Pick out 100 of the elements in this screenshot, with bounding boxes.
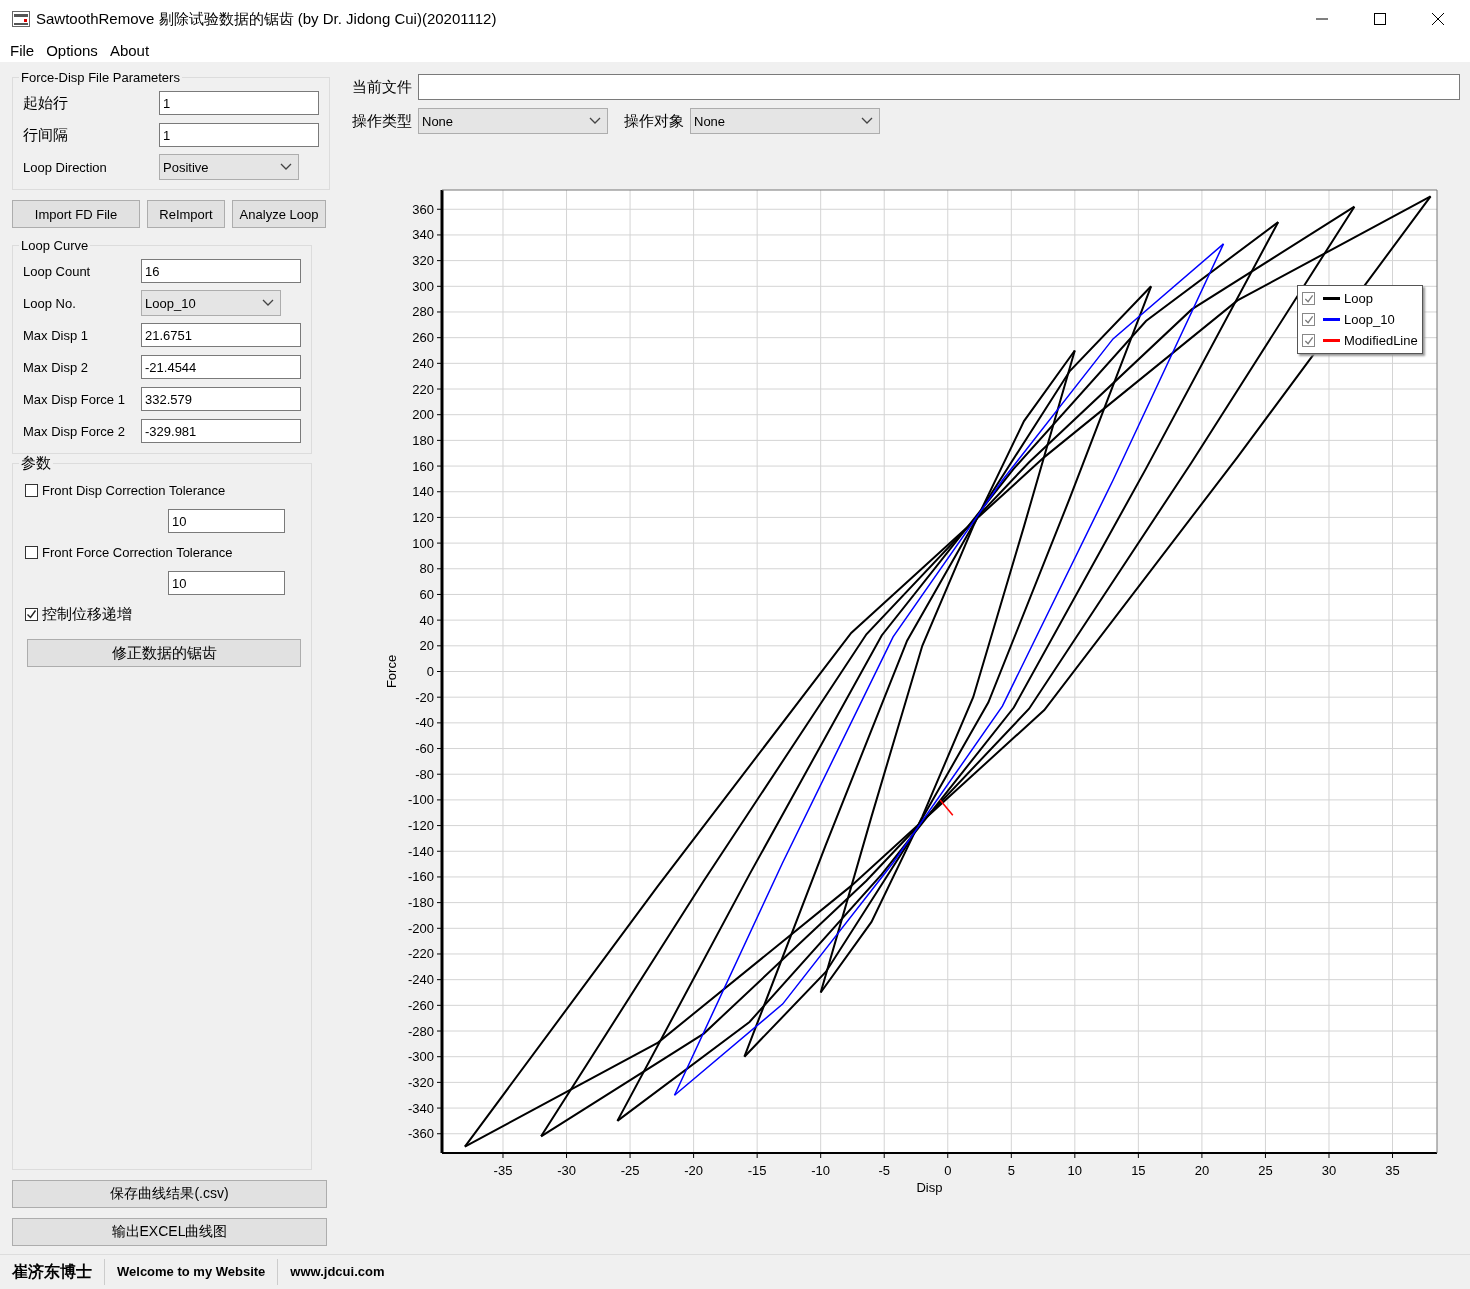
tick-label: 60 xyxy=(419,586,434,602)
tick-label: 180 xyxy=(412,432,434,448)
tick-label: 15 xyxy=(1131,1163,1146,1178)
tick-label: -100 xyxy=(407,792,434,808)
tick-label: 240 xyxy=(412,355,434,371)
field-label: 操作对象 xyxy=(624,111,684,131)
tick-label: 20 xyxy=(419,638,434,654)
menu-item[interactable]: Options xyxy=(40,41,104,59)
saw-logo-icon xyxy=(12,11,30,27)
menu-item[interactable]: File xyxy=(4,41,41,59)
group-title: Force-Disp File Parameters xyxy=(20,70,181,85)
tick-label: 35 xyxy=(1385,1163,1400,1178)
tick-label: 280 xyxy=(412,304,434,320)
text-field[interactable]: 10 xyxy=(168,509,285,533)
tick-label: 0 xyxy=(426,664,434,679)
tick-label: 5 xyxy=(1007,1163,1015,1178)
text-field[interactable]: -329.981 xyxy=(141,419,301,443)
status-text: 崔济东博士 xyxy=(0,1259,105,1285)
tick-label: -320 xyxy=(407,1074,434,1090)
field-label: Max Disp 1 xyxy=(23,327,90,343)
button[interactable]: ReImport xyxy=(147,200,225,228)
checkbox[interactable] xyxy=(1302,292,1315,305)
field-label: 行间隔 xyxy=(23,125,69,145)
legend-label: Loop_10 xyxy=(1344,312,1395,327)
text-field[interactable]: 16 xyxy=(141,259,301,283)
tick-label: 140 xyxy=(412,484,434,500)
tick-label: -20 xyxy=(415,689,434,705)
dropdown[interactable]: None xyxy=(690,108,880,134)
checkbox-label: Front Disp Correction Tolerance xyxy=(42,482,226,498)
file-path-field[interactable] xyxy=(418,74,1460,100)
text-field[interactable]: 1 xyxy=(159,91,319,115)
tick-label: 25 xyxy=(1258,1163,1273,1178)
group-title: 参数 xyxy=(20,454,52,473)
status-text: Welcome to my Website xyxy=(105,1259,279,1285)
tick-label: -180 xyxy=(407,895,434,911)
text-field[interactable]: -21.4544 xyxy=(141,355,301,379)
tick-label: -40 xyxy=(415,715,434,731)
field-label: Loop No. xyxy=(23,295,77,311)
button[interactable]: 输出EXCEL曲线图 xyxy=(12,1218,327,1246)
field-label: Max Disp 2 xyxy=(23,359,90,375)
text-field[interactable]: 332.579 xyxy=(141,387,301,411)
field-label: 当前文件 xyxy=(352,77,412,97)
tick-label: -300 xyxy=(407,1049,434,1065)
legend-swatch xyxy=(1323,339,1340,342)
checkbox-label: 控制位移递增 xyxy=(42,604,132,624)
tick-label: -340 xyxy=(407,1100,434,1116)
tick-label: -360 xyxy=(407,1126,434,1142)
tick-label: 160 xyxy=(412,458,434,474)
checkbox[interactable] xyxy=(1302,313,1315,326)
tick-label: 80 xyxy=(419,561,434,577)
tick-label: -140 xyxy=(407,843,434,859)
tick-label: 200 xyxy=(412,407,434,423)
button[interactable]: 修正数据的锯齿 xyxy=(27,639,301,667)
button[interactable]: Analyze Loop xyxy=(232,200,326,228)
tick-label: 20 xyxy=(1194,1163,1210,1178)
axis-title: Force xyxy=(384,654,399,689)
field-label: 操作类型 xyxy=(352,111,412,131)
tick-label: 260 xyxy=(412,330,434,346)
tick-label: 120 xyxy=(412,509,434,525)
legend-label: ModifiedLine xyxy=(1344,333,1418,348)
field-label: Max Disp Force 2 xyxy=(23,423,126,439)
tick-label: -280 xyxy=(407,1023,434,1039)
checkbox[interactable] xyxy=(1302,334,1315,347)
tick-label: 30 xyxy=(1321,1163,1337,1178)
status-text: www.jdcui.com xyxy=(289,1263,386,1281)
tick-label: 320 xyxy=(412,253,434,269)
tick-label: -25 xyxy=(620,1163,640,1178)
window-title: SawtoothRemove 剔除试验数据的锯齿 (by Dr. Jidong Cui)(20201112) xyxy=(36,9,498,29)
checkbox-label: Front Force Correction Tolerance xyxy=(42,544,233,560)
caret-icon xyxy=(262,299,274,307)
field-label: 起始行 xyxy=(23,93,69,113)
tick-label: 10 xyxy=(1067,1163,1083,1178)
tick-label: -220 xyxy=(407,946,434,962)
tick-label: -35 xyxy=(493,1163,513,1178)
tick-label: 220 xyxy=(412,381,434,397)
close-icon[interactable] xyxy=(1432,13,1444,25)
tick-label: 300 xyxy=(412,278,434,294)
tick-label: -15 xyxy=(747,1163,767,1178)
menu-item[interactable]: About xyxy=(103,41,156,59)
tick-label: -80 xyxy=(415,766,434,782)
field-label: Loop Direction xyxy=(23,159,108,175)
checkbox[interactable] xyxy=(25,483,38,497)
checkbox[interactable] xyxy=(25,607,38,621)
tick-label: 340 xyxy=(412,227,434,243)
tick-label: -10 xyxy=(811,1163,831,1178)
tick-label: -240 xyxy=(407,972,434,988)
checkbox[interactable] xyxy=(25,545,38,559)
tick-label: -20 xyxy=(684,1163,703,1178)
dropdown[interactable]: Loop_10 xyxy=(141,290,281,316)
dropdown[interactable]: None xyxy=(418,108,608,134)
tick-label: -160 xyxy=(407,869,434,885)
text-field[interactable]: 10 xyxy=(168,571,285,595)
axis-title: Disp xyxy=(916,1180,943,1195)
button[interactable]: 保存曲线结果(.csv) xyxy=(12,1180,327,1208)
dropdown[interactable]: Positive xyxy=(159,154,299,180)
text-field[interactable]: 21.6751 xyxy=(141,323,301,347)
button[interactable]: Import FD File xyxy=(12,200,140,228)
maximize-icon[interactable] xyxy=(1374,13,1386,25)
tick-label: -260 xyxy=(407,997,434,1013)
text-field[interactable]: 1 xyxy=(159,123,319,147)
